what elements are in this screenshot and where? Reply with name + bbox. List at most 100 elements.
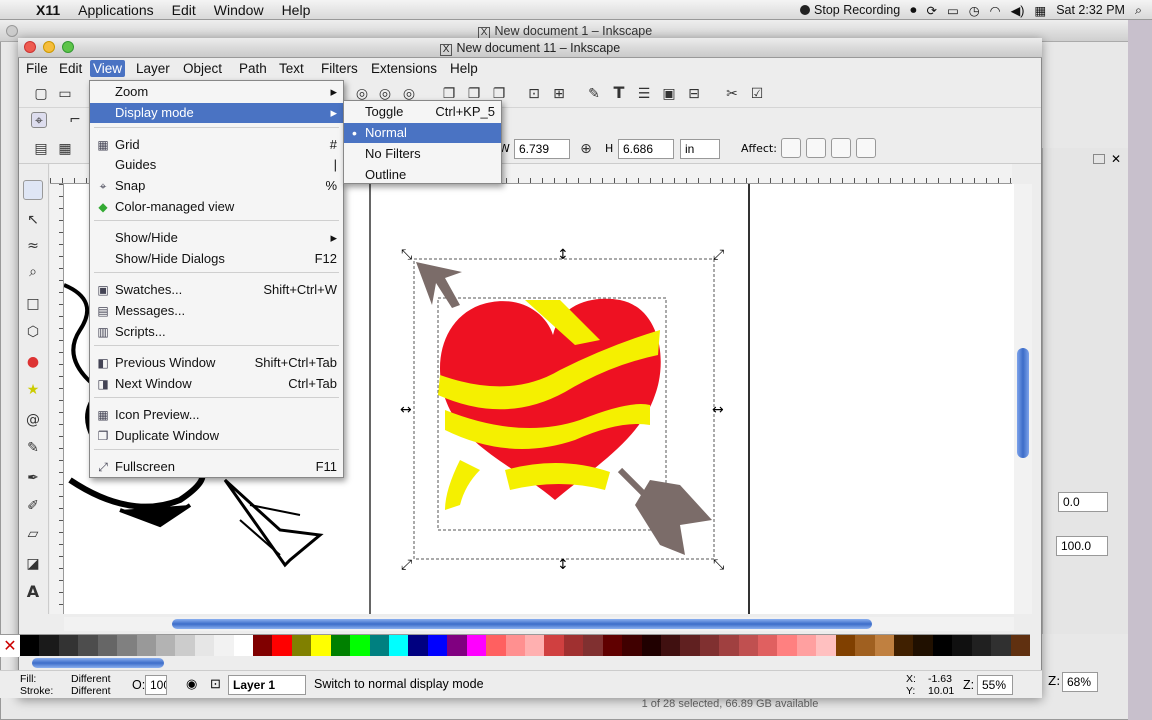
palette-swatch[interactable] [1010,635,1030,657]
xml-editor-icon[interactable]: ▣ [661,86,677,102]
bg-close-button[interactable] [6,25,18,37]
eraser-tool-icon[interactable]: ▱ [25,526,41,542]
mac-menu-applications[interactable]: Applications [78,2,154,18]
palette-swatch[interactable] [602,635,623,657]
text-font-icon[interactable]: T [611,85,627,101]
view-menu-item-icon-preview[interactable]: ▦ Icon Preview... [90,405,343,425]
menu-object[interactable]: Object [180,60,225,77]
view-menu-item-duplicate-window[interactable]: ❐ Duplicate Window [90,426,343,446]
layer-select[interactable]: Layer 1 [228,675,306,695]
palette-swatch[interactable] [544,635,564,657]
selector-tool-icon[interactable] [23,180,43,200]
align-icon[interactable]: ⊟ [686,86,702,102]
palette-swatch[interactable] [991,635,1011,657]
layer-lock-icon[interactable]: ⊡ [210,676,221,692]
palette-swatch[interactable] [447,635,467,657]
no-paint-swatch[interactable]: ✕ [0,635,20,657]
palette-swatch[interactable] [78,635,98,657]
fill-value[interactable]: Different [71,673,111,685]
palette-swatch[interactable] [777,635,797,657]
snap-bbox-icon[interactable]: ⌐ [67,112,83,128]
palette-swatch[interactable] [855,635,875,657]
palette-swatch[interactable] [39,635,59,657]
palette-swatch[interactable] [583,635,603,657]
affect-gradient-icon[interactable] [831,138,851,158]
stop-recording-icon[interactable] [800,5,811,15]
horizontal-scroll-thumb[interactable] [172,619,872,629]
menu-view[interactable]: View [90,60,126,77]
select-all-layers-icon[interactable]: ▦ [57,141,73,157]
affect-stroke-icon[interactable] [781,138,801,158]
palette-swatch[interactable] [369,635,390,657]
view-menu-item-messages[interactable]: ▤ Messages... [90,301,343,321]
view-menu-item-swatches[interactable]: ▣ Swatches... Shift+Ctrl+W [90,280,343,300]
view-menu-item-display-mode[interactable]: Display mode ▸ [90,103,343,123]
palette-swatch[interactable] [97,635,118,657]
palette-swatch[interactable] [389,635,409,657]
ellipse-tool-icon[interactable]: ● [25,354,41,370]
palette-swatch[interactable] [524,635,545,657]
palette-swatch[interactable] [738,635,759,657]
view-menu-item-fullscreen[interactable]: ⤢ Fullscreen F11 [90,457,343,477]
palette-swatch[interactable] [893,635,914,657]
view-menu-item-color-managed-view[interactable]: ◆ Color-managed view [90,197,343,217]
palette-swatch[interactable] [971,635,992,657]
spiral-tool-icon[interactable]: @ [25,412,41,428]
view-menu-item-scripts[interactable]: ▥ Scripts... [90,322,343,342]
menu-text[interactable]: Text [276,60,307,77]
bucket-tool-icon[interactable]: ◪ [25,556,41,572]
sync-icon[interactable]: ⟳ [926,3,936,18]
mac-menu-window[interactable]: Window [214,2,264,18]
display-mode-normal[interactable]: • Normal [344,123,501,143]
ungroup-icon[interactable]: ⊞ [551,86,567,102]
mac-menu-help[interactable]: Help [282,2,311,18]
view-menu-item-show-hide-dialogs[interactable]: Show/Hide Dialogs F12 [90,249,343,269]
h-field[interactable]: 6.686 [618,139,674,159]
palette-scroll-thumb[interactable] [32,658,164,668]
volume-icon[interactable]: ◀) [1011,3,1025,18]
palette-swatch[interactable] [350,635,370,657]
palette-swatch[interactable] [758,635,778,657]
palette-swatch[interactable] [952,635,972,657]
palette-swatch[interactable] [330,635,351,657]
palette-swatch[interactable] [408,635,428,657]
status-icon[interactable]: ⏺ [910,3,916,18]
palette-swatch[interactable] [660,635,681,657]
close-button[interactable] [24,41,36,53]
palette-swatch[interactable] [311,635,331,657]
pencil-tool-icon[interactable]: ✎ [25,440,41,456]
view-menu-item-zoom[interactable]: Zoom ▸ [90,82,343,102]
open-icon[interactable]: ▭ [57,86,73,102]
palette-swatch[interactable] [427,635,448,657]
palette-swatch[interactable] [117,635,137,657]
palette-swatch[interactable] [874,635,894,657]
w-field[interactable]: 6.739 [514,139,570,159]
layers-icon[interactable]: ☰ [636,86,652,102]
palette-swatch[interactable] [932,635,953,657]
display-icon[interactable]: ▭ [947,3,959,18]
palette-swatch[interactable] [699,635,720,657]
palette-swatch[interactable] [719,635,739,657]
palette-swatch[interactable] [816,635,836,657]
palette-swatch[interactable] [291,635,312,657]
menu-file[interactable]: File [23,60,51,77]
time-machine-icon[interactable]: ◷ [969,3,980,18]
3dbox-tool-icon[interactable]: ⬡ [25,324,41,340]
pen-tool-icon[interactable]: ✒ [25,470,41,486]
group-icon[interactable]: ⊡ [526,86,542,102]
display-mode-toggle[interactable]: Toggle Ctrl+KP_5 [344,102,501,122]
color-palette[interactable]: ✕ [0,634,1030,657]
menu-filters[interactable]: Filters [318,60,361,77]
vertical-scroll-thumb[interactable] [1017,348,1029,458]
palette-swatch[interactable] [680,635,700,657]
affect-pattern-icon[interactable] [856,138,876,158]
zoom-field[interactable]: 55% [977,675,1013,695]
dock-restore-icon[interactable] [1093,154,1105,164]
view-menu-item-next-window[interactable]: ◨ Next Window Ctrl+Tab [90,374,343,394]
menu-extensions[interactable]: Extensions [368,60,440,77]
menu-layer[interactable]: Layer [133,60,173,77]
palette-swatch[interactable] [796,635,817,657]
palette-swatch[interactable] [155,635,176,657]
palette-swatch[interactable] [272,635,292,657]
palette-swatch[interactable] [194,635,215,657]
